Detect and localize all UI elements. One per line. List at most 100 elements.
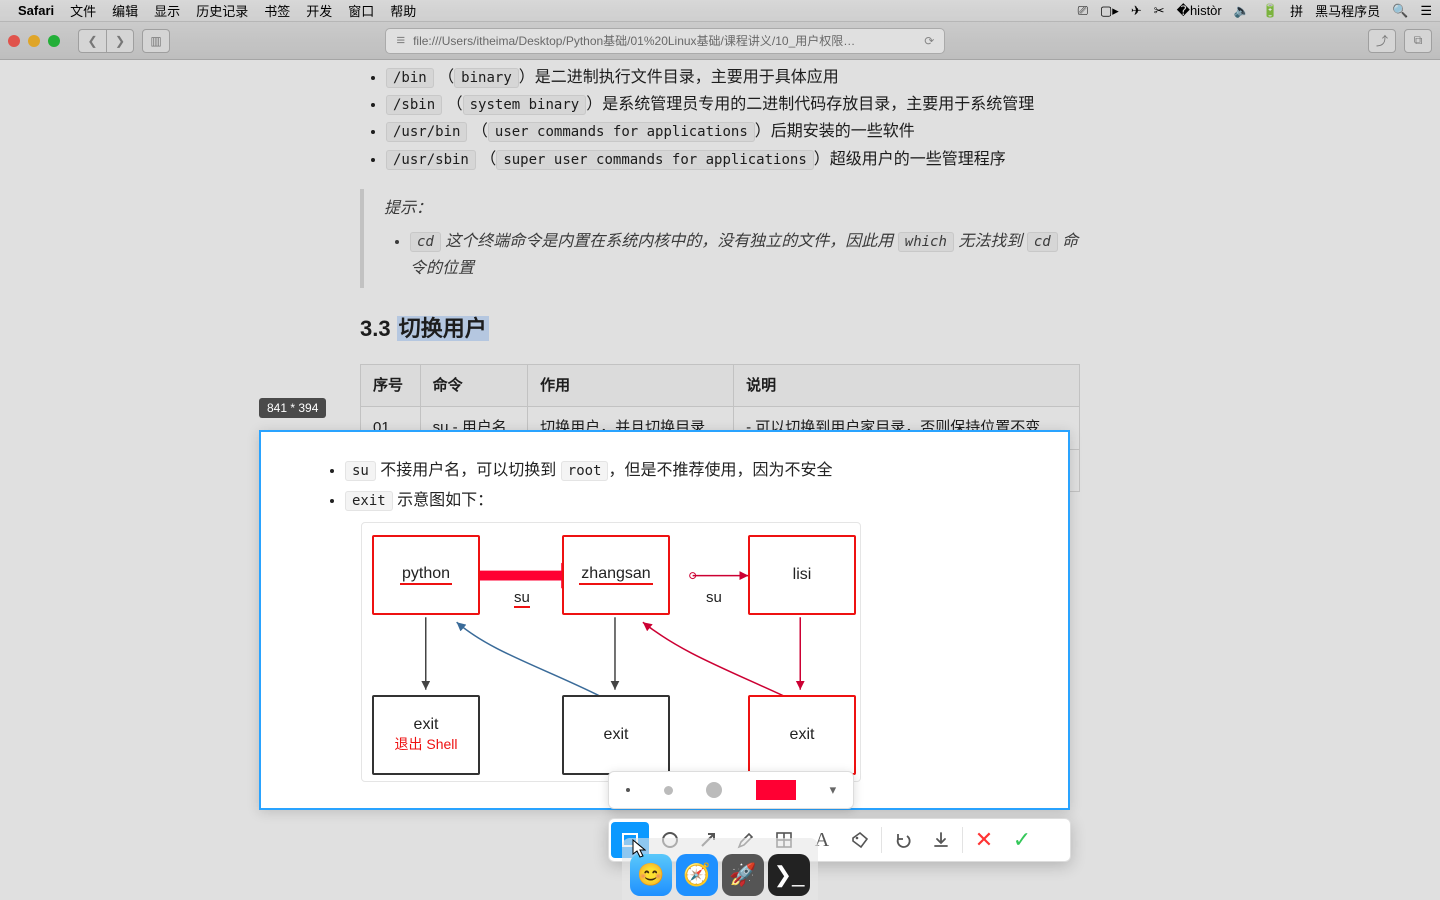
tip-text: 无法找到 [954, 233, 1027, 250]
volume-icon[interactable]: 🔈 [1234, 3, 1250, 19]
code-su: su [345, 461, 376, 481]
undo-button[interactable] [884, 822, 922, 858]
screen-mirror-icon[interactable]: ⎚ [1078, 3, 1088, 19]
th-seq: 序号 [361, 364, 421, 407]
save-button[interactable] [922, 822, 960, 858]
code-path: /usr/bin [386, 122, 467, 142]
scissors-icon[interactable]: ✂ [1154, 3, 1165, 19]
stroke-medium-button[interactable] [664, 786, 673, 795]
tip-text: 这个终端命令是内置在系统内核中的，没有独立的文件，因此用 [441, 233, 898, 250]
reload-icon[interactable]: ⟳ [924, 34, 934, 48]
address-bar[interactable]: ≡ file:///Users/itheima/Desktop/Python基础… [385, 28, 945, 54]
wifi-icon[interactable]: �històr [1177, 3, 1222, 19]
list-item: su 不接用户名，可以切换到 root，但是不推荐使用，因为不安全 [345, 456, 1040, 480]
code-paren: binary [454, 68, 519, 88]
tip-block: 提示： cd 这个终端命令是内置在系统内核中的，没有独立的文件，因此用 whic… [360, 189, 1080, 289]
th-effect: 作用 [528, 364, 734, 407]
screenshot-selection[interactable]: su 不接用户名，可以切换到 root，但是不推荐使用，因为不安全 exit 示… [259, 430, 1070, 810]
list-item: /sbin （system binary）是系统管理员专用的二进制代码存放目录，… [386, 91, 1080, 118]
tip-list-item: cd 这个终端命令是内置在系统内核中的，没有独立的文件，因此用 which 无法… [410, 228, 1080, 282]
menubar-right: ⎚ ▢▸ ✈ ✂ �històr 🔈 🔋 拼 黑马程序员 🔍 ☰ [1078, 1, 1432, 20]
code-path: /usr/sbin [386, 150, 476, 170]
box-label: exit [790, 726, 815, 744]
list-text: ，但是不推荐使用，因为不安全 [608, 462, 832, 479]
th-cmd: 命令 [420, 364, 528, 407]
user-label[interactable]: 黑马程序员 [1315, 1, 1380, 20]
list-text: ）是系统管理员专用的二进制代码存放目录，主要用于系统管理 [586, 96, 1034, 113]
browser-toolbar: ❮ ❯ ▥ ≡ file:///Users/itheima/Desktop/Py… [0, 22, 1440, 60]
box-label: exit [414, 716, 439, 734]
code-paren: user commands for applications [488, 122, 755, 142]
dock-launchpad-icon[interactable]: 🚀 [722, 854, 764, 896]
menu-file[interactable]: 文件 [70, 1, 96, 20]
heading-number: 3.3 [360, 316, 397, 341]
menu-help[interactable]: 帮助 [390, 1, 416, 20]
th-desc: 说明 [734, 364, 1080, 407]
menubar: Safari 文件 编辑 显示 历史记录 书签 开发 窗口 帮助 ⎚ ▢▸ ✈ … [0, 0, 1440, 22]
box-label: python [400, 565, 452, 585]
code-path: /bin [386, 68, 434, 88]
section-heading: 3.3 切换用户 [360, 310, 1080, 347]
code-cd2: cd [1027, 232, 1058, 252]
reader-icon[interactable]: ≡ [396, 32, 405, 49]
toolbar-separator [962, 827, 963, 853]
diagram-box-exit-shell: exit退出 Shell [372, 695, 480, 775]
cancel-button[interactable]: ✕ [965, 822, 1003, 858]
url-text: file:///Users/itheima/Desktop/Python基础/0… [413, 32, 855, 49]
article: /bin （binary）是二进制执行文件目录，主要用于具体应用 /sbin （… [360, 60, 1080, 492]
menu-develop[interactable]: 开发 [306, 1, 332, 20]
table-header-row: 序号 命令 作用 说明 [361, 364, 1080, 407]
box-label: lisi [793, 566, 812, 584]
confirm-button[interactable]: ✓ [1003, 822, 1041, 858]
dock-finder-icon[interactable]: 😊 [630, 854, 672, 896]
tag-tool-button[interactable] [841, 822, 879, 858]
sidebar-button[interactable]: ▥ [142, 29, 170, 53]
list-text: 不接用户名，可以切换到 [376, 462, 561, 479]
menu-window[interactable]: 窗口 [348, 1, 374, 20]
dock-terminal-icon[interactable]: ❯_ [768, 854, 810, 896]
diagram-box-exit-3: exit [748, 695, 856, 775]
input-source-icon[interactable]: 拼 [1290, 1, 1303, 20]
battery-icon[interactable]: 🔋 [1262, 3, 1278, 19]
diagram-box-lisi: lisi [748, 535, 856, 615]
telegram-icon[interactable]: ✈ [1131, 3, 1142, 19]
zoom-window-button[interactable] [48, 35, 60, 47]
menu-view[interactable]: 显示 [154, 1, 180, 20]
list-item: /bin （binary）是二进制执行文件目录，主要用于具体应用 [386, 64, 1080, 91]
code-exit: exit [345, 491, 393, 511]
menu-extras-icon[interactable]: ☰ [1420, 3, 1432, 19]
dock-safari-icon[interactable]: 🧭 [676, 854, 718, 896]
minimize-window-button[interactable] [28, 35, 40, 47]
menu-edit[interactable]: 编辑 [112, 1, 138, 20]
box-label: zhangsan [579, 565, 652, 585]
list-text: ）后期安装的一些软件 [755, 123, 915, 140]
code-cd: cd [410, 232, 441, 252]
diagram-label-su-1: su [514, 589, 530, 608]
forward-button[interactable]: ❯ [106, 29, 134, 53]
selection-size-badge: 841 * 394 [259, 398, 326, 418]
color-dropdown-button[interactable]: ▾ [830, 782, 837, 798]
diagram-label-su-2: su [706, 589, 722, 606]
stroke-thin-button[interactable] [626, 788, 630, 792]
toolbar-separator [881, 827, 882, 853]
box-label: exit [604, 726, 629, 744]
diagram-box-python: python [372, 535, 480, 615]
spotlight-icon[interactable]: 🔍 [1392, 3, 1408, 19]
list-item: /usr/sbin （super user commands for appli… [386, 146, 1080, 173]
close-window-button[interactable] [8, 35, 20, 47]
app-menu[interactable]: Safari [18, 3, 54, 18]
menu-history[interactable]: 历史记录 [196, 1, 248, 20]
share-button[interactable]: ⤴ [1368, 29, 1396, 53]
record-icon[interactable]: ▢▸ [1100, 3, 1119, 19]
tabs-button[interactable]: ⧉ [1404, 29, 1432, 53]
list-text: ）是二进制执行文件目录，主要用于具体应用 [519, 69, 839, 86]
code-which: which [898, 232, 954, 252]
menu-bookmarks[interactable]: 书签 [264, 1, 290, 20]
heading-text: 切换用户 [397, 316, 489, 341]
exit-diagram: python zhangsan lisi exit退出 Shell exit e… [361, 522, 861, 782]
list-text: ）超级用户的一些管理程序 [814, 151, 1006, 168]
color-swatch[interactable] [756, 780, 796, 800]
code-root: root [561, 461, 609, 481]
back-button[interactable]: ❮ [78, 29, 106, 53]
stroke-thick-button[interactable] [706, 782, 722, 798]
